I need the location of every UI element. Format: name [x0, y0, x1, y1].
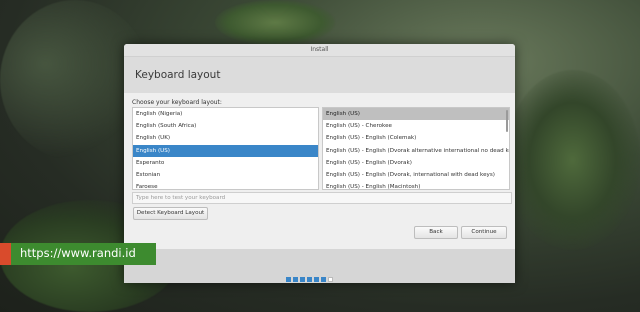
background-foliage — [215, 0, 335, 45]
progress-step-dot — [293, 277, 298, 282]
watermark-accent — [0, 243, 11, 265]
list-item[interactable]: English (UK) — [133, 132, 318, 144]
list-item[interactable]: English (US) — [323, 108, 509, 121]
list-item[interactable]: English (US) - English (Dvorak alternati… — [323, 145, 509, 157]
continue-button[interactable]: Continue — [461, 226, 507, 239]
list-item[interactable]: English (US) - English (Dvorak, internat… — [323, 169, 509, 181]
progress-step-dot — [314, 277, 319, 282]
progress-dots — [286, 267, 335, 282]
variant-list-scrollbar[interactable] — [506, 110, 508, 132]
layout-prompt-label: Choose your keyboard layout: — [132, 99, 222, 106]
installer-footer — [124, 249, 515, 283]
page-title: Keyboard layout — [135, 69, 221, 81]
progress-step-dot — [321, 277, 326, 282]
list-item[interactable]: Esperanto — [133, 157, 318, 169]
progress-step-dot — [300, 277, 305, 282]
keyboard-variant-list[interactable]: English (US) English (US) - Cherokee Engli… — [322, 107, 510, 190]
page-header: Keyboard layout — [124, 57, 515, 93]
list-item[interactable]: English (South Africa) — [133, 120, 318, 132]
list-item[interactable]: English (US) - Cherokee — [323, 120, 509, 132]
progress-step-dot — [286, 277, 291, 282]
background-foliage — [505, 70, 640, 250]
list-item[interactable]: Faroese — [133, 181, 318, 189]
progress-step-dot — [307, 277, 312, 282]
back-button[interactable]: Back — [414, 226, 458, 239]
list-item[interactable]: English (US) — [133, 144, 318, 157]
watermark-url: https://www.randi.id — [20, 246, 136, 260]
window-titlebar[interactable]: Install — [124, 44, 515, 57]
list-item[interactable]: Estonian — [133, 169, 318, 181]
installer-window: Install Keyboard layout Choose your keyb… — [124, 44, 515, 283]
list-item[interactable]: English (US) - English (Dvorak) — [323, 157, 509, 169]
list-item[interactable]: English (Nigeria) — [133, 108, 318, 120]
list-item[interactable]: English (US) - English (Colemak) — [323, 132, 509, 144]
list-item[interactable]: English (US) - English (Macintosh) — [323, 181, 509, 189]
keyboard-test-input[interactable]: Type here to test your keyboard — [132, 192, 512, 204]
detect-keyboard-layout-button[interactable]: Detect Keyboard Layout — [133, 207, 208, 220]
keyboard-layout-list[interactable]: English (Nigeria) English (South Africa) E… — [132, 107, 319, 190]
progress-step-dot — [328, 277, 333, 282]
window-title: Install — [310, 46, 329, 53]
